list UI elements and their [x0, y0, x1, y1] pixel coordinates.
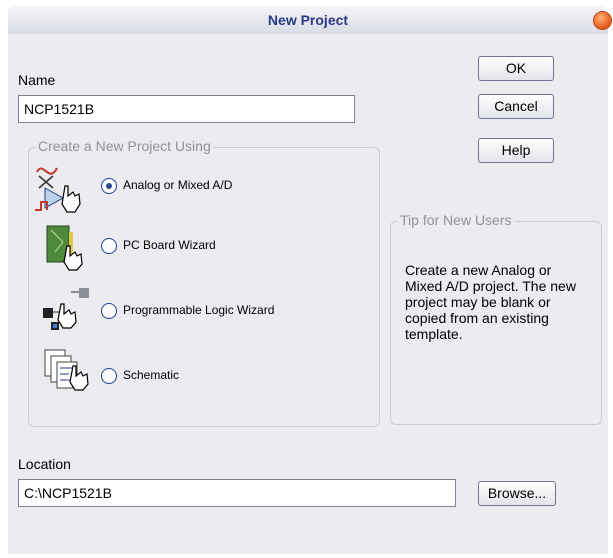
- option-logic-label: Programmable Logic Wizard: [123, 303, 275, 317]
- analog-circuit-icon: [35, 162, 85, 214]
- title-bar[interactable]: New Project: [8, 6, 612, 35]
- radio-analog[interactable]: [101, 178, 117, 194]
- new-project-dialog: Name NCP1521B OK Cancel Help Create a Ne…: [8, 34, 608, 554]
- radio-pcb[interactable]: [101, 238, 117, 254]
- schematic-pages-icon: [43, 346, 95, 394]
- ok-button[interactable]: OK: [478, 56, 554, 81]
- option-pcb-label: PC Board Wizard: [123, 238, 216, 252]
- help-button[interactable]: Help: [478, 138, 554, 163]
- window-title: New Project: [267, 12, 349, 28]
- name-label: Name: [18, 72, 56, 88]
- tip-title: Tip for New Users: [397, 212, 515, 228]
- cancel-button[interactable]: Cancel: [478, 94, 554, 119]
- tip-text: Create a new Analog or Mixed A/D project…: [405, 262, 576, 342]
- browse-button[interactable]: Browse...: [478, 481, 556, 506]
- radio-schematic[interactable]: [101, 368, 117, 384]
- logic-chip-icon: [41, 282, 93, 334]
- option-analog-label: Analog or Mixed A/D: [123, 178, 233, 192]
- create-project-group: Create a New Project Using Analog or Mix…: [28, 138, 380, 427]
- name-input[interactable]: NCP1521B: [18, 95, 355, 123]
- option-schematic-label: Schematic: [123, 368, 180, 382]
- radio-logic[interactable]: [101, 303, 117, 319]
- tip-group: Tip for New Users Create a new Analog or…: [390, 212, 602, 425]
- location-label: Location: [18, 456, 71, 472]
- location-input[interactable]: C:\NCP1521B: [18, 479, 456, 507]
- pcb-icon: [45, 222, 87, 272]
- close-icon[interactable]: [593, 11, 612, 30]
- group-title: Create a New Project Using: [35, 138, 214, 154]
